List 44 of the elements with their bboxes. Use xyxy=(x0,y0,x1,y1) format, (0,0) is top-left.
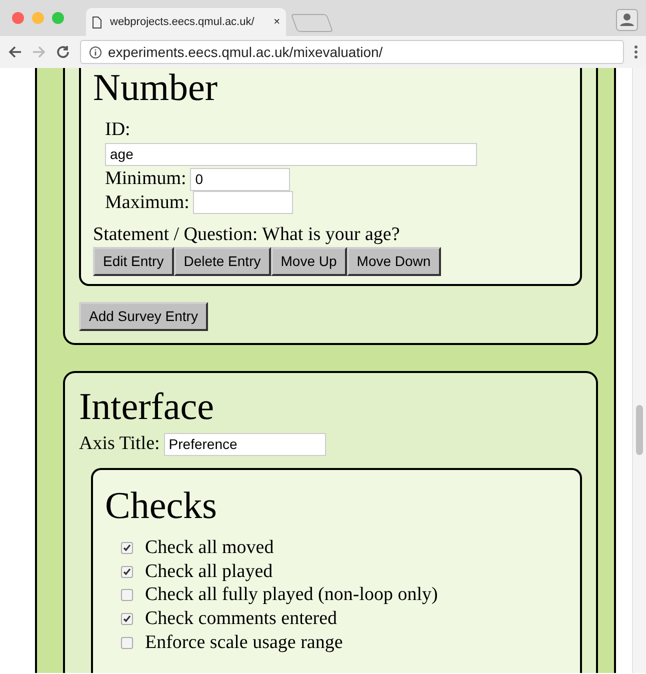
close-tab-button[interactable]: × xyxy=(274,14,280,30)
entry-action-button[interactable]: Move Up xyxy=(270,246,347,276)
reload-icon[interactable] xyxy=(56,45,70,59)
maximum-label: Maximum: xyxy=(105,191,190,215)
url-text: experiments.eecs.qmul.ac.uk/mixevaluation/ xyxy=(108,42,383,62)
add-survey-entry-button[interactable]: Add Survey Entry xyxy=(79,302,208,331)
menu-icon[interactable] xyxy=(634,45,638,59)
axis-title-label: Axis Title: xyxy=(79,432,160,456)
page-icon xyxy=(92,16,102,28)
checkbox-label: Check all fully played (non-loop only) xyxy=(145,583,438,608)
id-label: ID: xyxy=(105,118,130,140)
minimize-window-button[interactable] xyxy=(32,12,44,24)
statement-text: Statement / Question: What is your age? xyxy=(93,222,401,247)
checkbox-label: Enforce scale usage range xyxy=(145,630,343,655)
browser-tab[interactable]: webprojects.eecs.qmul.ac.uk/ × xyxy=(86,8,286,36)
checkbox[interactable] xyxy=(121,636,133,649)
checkbox[interactable] xyxy=(121,566,133,578)
entry-action-button[interactable]: Delete Entry xyxy=(174,246,271,276)
address-bar[interactable]: experiments.eecs.qmul.ac.uk/mixevaluation/ xyxy=(80,40,624,64)
checkbox[interactable] xyxy=(121,542,133,554)
new-tab-button[interactable] xyxy=(290,14,334,32)
checkbox-label: Check comments entered xyxy=(145,607,338,631)
checks-title: Checks xyxy=(105,486,218,528)
forward-icon[interactable] xyxy=(32,45,46,59)
scrollbar[interactable] xyxy=(632,68,646,673)
tab-title: webprojects.eecs.qmul.ac.uk/ xyxy=(110,14,256,30)
checkbox-label: Check all moved xyxy=(145,536,274,560)
maximize-window-button[interactable] xyxy=(52,12,64,24)
interface-title: Interface xyxy=(79,386,215,428)
minimum-label: Minimum: xyxy=(105,167,186,192)
checkbox[interactable] xyxy=(121,613,133,626)
info-icon xyxy=(89,46,102,58)
entry-action-button[interactable]: Edit Entry xyxy=(93,246,174,276)
checkbox[interactable] xyxy=(121,589,133,602)
entry-action-button[interactable]: Move Down xyxy=(346,246,441,276)
minimum-field[interactable]: 0 xyxy=(190,168,290,191)
checkbox-label: Check all played xyxy=(145,560,273,584)
profile-icon[interactable] xyxy=(616,8,638,31)
close-window-button[interactable] xyxy=(12,12,24,24)
back-icon[interactable] xyxy=(8,45,22,59)
axis-title-field[interactable]: Preference xyxy=(164,432,326,456)
entry-title: Number xyxy=(93,68,219,110)
id-field[interactable]: age xyxy=(105,142,477,166)
maximum-field[interactable] xyxy=(193,191,294,214)
